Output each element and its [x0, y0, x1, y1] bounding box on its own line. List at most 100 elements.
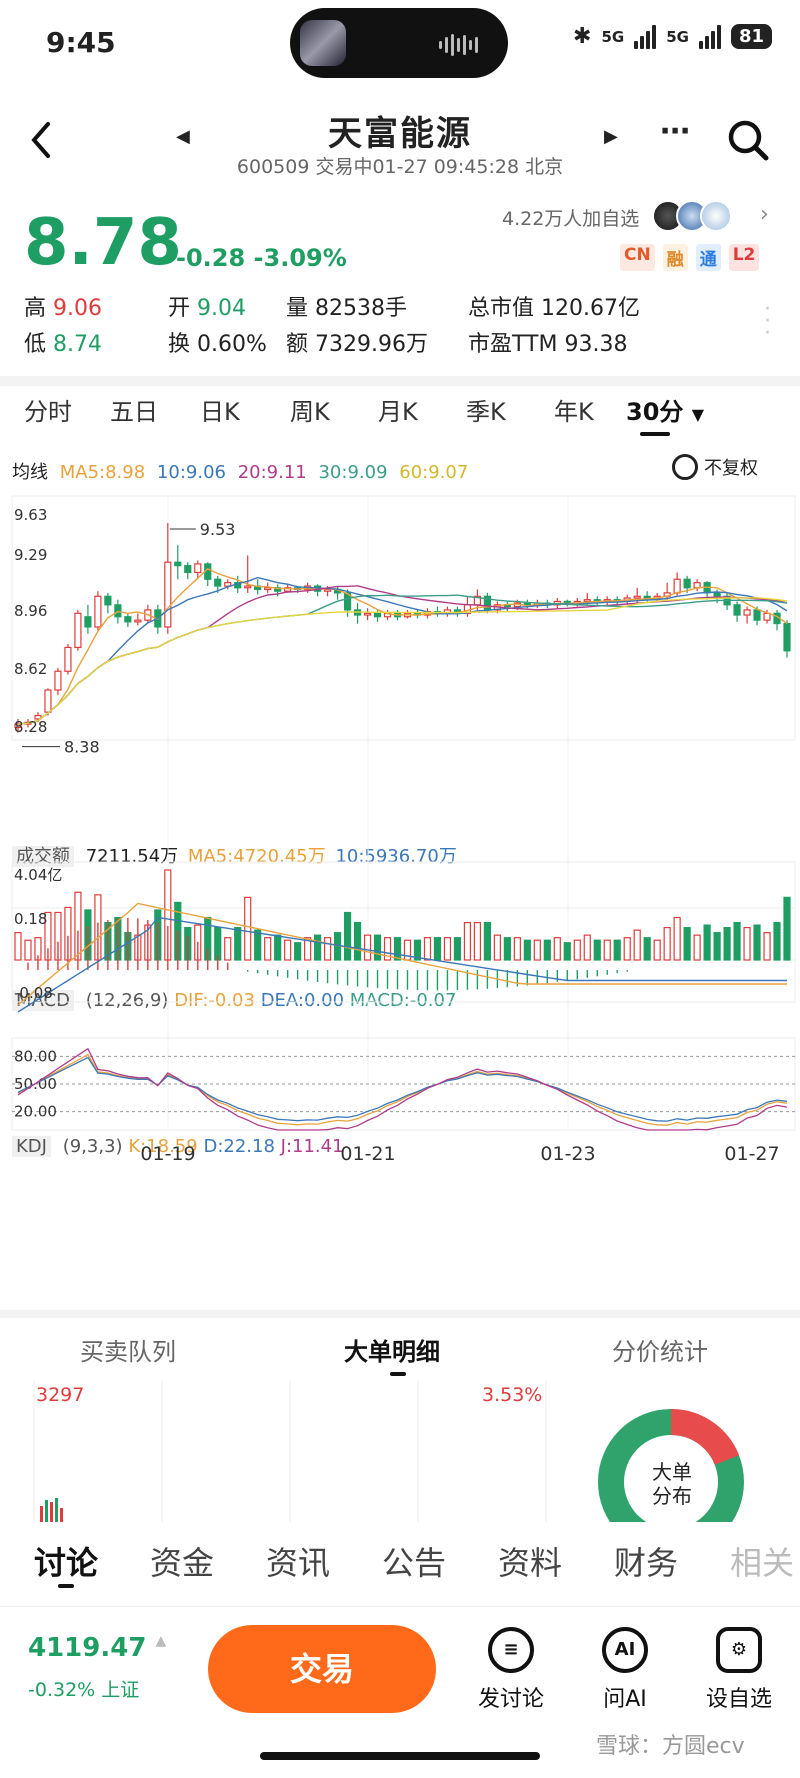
price-change: -0.28 -3.09% — [176, 244, 347, 272]
volume-bar — [433, 937, 442, 961]
stat-low: 低 8.74 — [24, 332, 102, 357]
volume-bar — [763, 932, 771, 961]
tab-yearly[interactable]: 年K — [554, 392, 594, 427]
active-tab-indicator — [640, 432, 670, 436]
index-widget[interactable]: 4119.47 ▲ — [28, 1633, 166, 1663]
candle — [244, 585, 252, 589]
ma10-value: 10:9.06 — [156, 462, 226, 483]
ma5-value: MA5:8.98 — [59, 462, 146, 483]
dynamic-island[interactable] — [290, 8, 508, 78]
candle — [583, 599, 591, 603]
kdj-j-line — [17, 1047, 788, 1131]
watchers-count[interactable]: 4.22万人加自选 — [502, 204, 639, 231]
stat-market-cap: 总市值 120.67亿 — [468, 296, 640, 321]
volume-bar — [244, 896, 252, 961]
volume-bar — [453, 937, 462, 961]
badge-l2[interactable]: L2 — [728, 244, 760, 271]
volume-bar — [214, 927, 222, 961]
divider — [0, 376, 800, 386]
ask-ai-label: 问AI — [603, 1687, 647, 1712]
candlestick-chart[interactable]: 9.63 9.29 8.96 8.62 8.28 9.53 8.38 4.04亿 0.18 -0.… — [0, 490, 800, 1310]
volume-bar — [274, 934, 282, 961]
volume-bar — [613, 939, 621, 961]
next-stock-icon[interactable]: ▶ — [604, 126, 618, 147]
chevron-right-icon[interactable]: › — [760, 202, 769, 227]
nav-discussion[interactable]: 讨论 — [34, 1538, 98, 1584]
volume-bar — [323, 937, 332, 961]
tab-large-orders[interactable]: 大单明细 — [344, 1332, 440, 1367]
volume-bar — [234, 927, 242, 961]
discuss-button[interactable]: ≡ 发讨论 — [466, 1627, 556, 1713]
candle — [44, 689, 52, 713]
watermark: 雪球：方圆ecv — [596, 1734, 745, 1759]
watcher-avatars[interactable] — [652, 200, 732, 232]
badge-connect[interactable]: 通 — [695, 244, 721, 271]
stat-turnover: 换 0.60% — [168, 332, 267, 357]
nav-related[interactable]: 相关 — [730, 1538, 800, 1584]
stat-amount: 额 7329.96万 — [286, 332, 428, 357]
now-playing-artwork — [300, 20, 346, 66]
tab-intraday[interactable]: 分时 — [24, 392, 72, 427]
ma-label[interactable]: 均线 — [12, 462, 48, 483]
watchlist-icon: ⚙ — [716, 1627, 762, 1673]
volume-bar — [783, 896, 791, 961]
ask-ai-button[interactable]: AI 问AI — [580, 1627, 670, 1713]
badge-margin[interactable]: 融 — [662, 244, 688, 271]
stock-subtitle: 600509 交易中01-27 09:45:28 北京 — [236, 156, 564, 178]
candle — [363, 612, 372, 616]
tab-quarterly[interactable]: 季K — [466, 392, 506, 427]
expand-handle-icon[interactable]: · · · — [764, 299, 771, 345]
content-nav: 讨论 资金 资讯 公告 资料 财务 相关 — [0, 1522, 800, 1602]
volume-bar — [14, 932, 22, 961]
add-watchlist-button[interactable]: ⚙ 设自选 — [694, 1627, 784, 1713]
candle — [134, 619, 142, 623]
signal-icon — [698, 24, 721, 49]
candle — [643, 595, 651, 599]
change-percent: -3.09% — [253, 244, 347, 272]
volume-bar — [603, 939, 611, 961]
volume-bar — [343, 911, 352, 961]
volume-bar — [543, 939, 551, 961]
macd-tick: 0.18 — [14, 910, 47, 928]
nav-financials[interactable]: 财务 — [614, 1538, 678, 1584]
tab-weekly[interactable]: 周K — [290, 392, 330, 427]
trade-button[interactable]: 交易 — [208, 1625, 436, 1713]
home-indicator[interactable] — [260, 1752, 540, 1760]
volume-bar — [583, 934, 591, 961]
price-tick: 9.29 — [14, 546, 47, 564]
tab-30min[interactable]: 30分 ▼ — [626, 392, 704, 427]
donut-label: 大单分布 — [652, 1460, 692, 1508]
ai-icon: AI — [602, 1627, 648, 1673]
tab-5day[interactable]: 五日 — [110, 392, 158, 427]
nav-funds[interactable]: 资金 — [150, 1538, 214, 1584]
tab-daily[interactable]: 日K — [200, 392, 240, 427]
nav-announcements[interactable]: 公告 — [382, 1538, 446, 1584]
stat-open: 开 9.04 — [168, 296, 246, 321]
badge-cn[interactable]: CN — [620, 244, 655, 271]
candle — [124, 616, 132, 623]
battery-icon: 81 — [730, 24, 772, 49]
tab-order-queue[interactable]: 买卖队列 — [80, 1332, 176, 1367]
volume-bar — [393, 937, 402, 961]
candle — [264, 587, 272, 591]
more-icon[interactable]: ⋯ — [660, 114, 690, 149]
kdj-tick: 20.00 — [14, 1103, 57, 1121]
volume-bar — [753, 924, 761, 961]
status-time: 9:45 — [46, 26, 116, 59]
quote-stats: 高 9.06 开 9.04 量 82538手 总市值 120.67亿 低 8.7… — [24, 290, 764, 370]
candle — [164, 561, 172, 628]
large-order-panel: 3297 3.53% 大单分布 — [0, 1380, 800, 1522]
adjust-toggle[interactable]: 不复权 — [672, 454, 758, 480]
period-tabs: 分时 五日 日K 周K 月K 季K 年K 30分 ▼ — [0, 392, 800, 442]
tab-price-stats[interactable]: 分价统计 — [612, 1332, 708, 1367]
candle — [673, 578, 681, 594]
candle — [64, 646, 72, 672]
avatar — [700, 200, 732, 232]
search-icon[interactable] — [726, 118, 770, 162]
tab-monthly[interactable]: 月K — [378, 392, 418, 427]
nav-profile[interactable]: 资料 — [498, 1538, 562, 1584]
adjust-label: 不复权 — [704, 458, 758, 479]
volume-bar — [264, 937, 272, 961]
nav-news[interactable]: 资讯 — [266, 1538, 330, 1584]
net1-label: 5G — [601, 27, 625, 46]
